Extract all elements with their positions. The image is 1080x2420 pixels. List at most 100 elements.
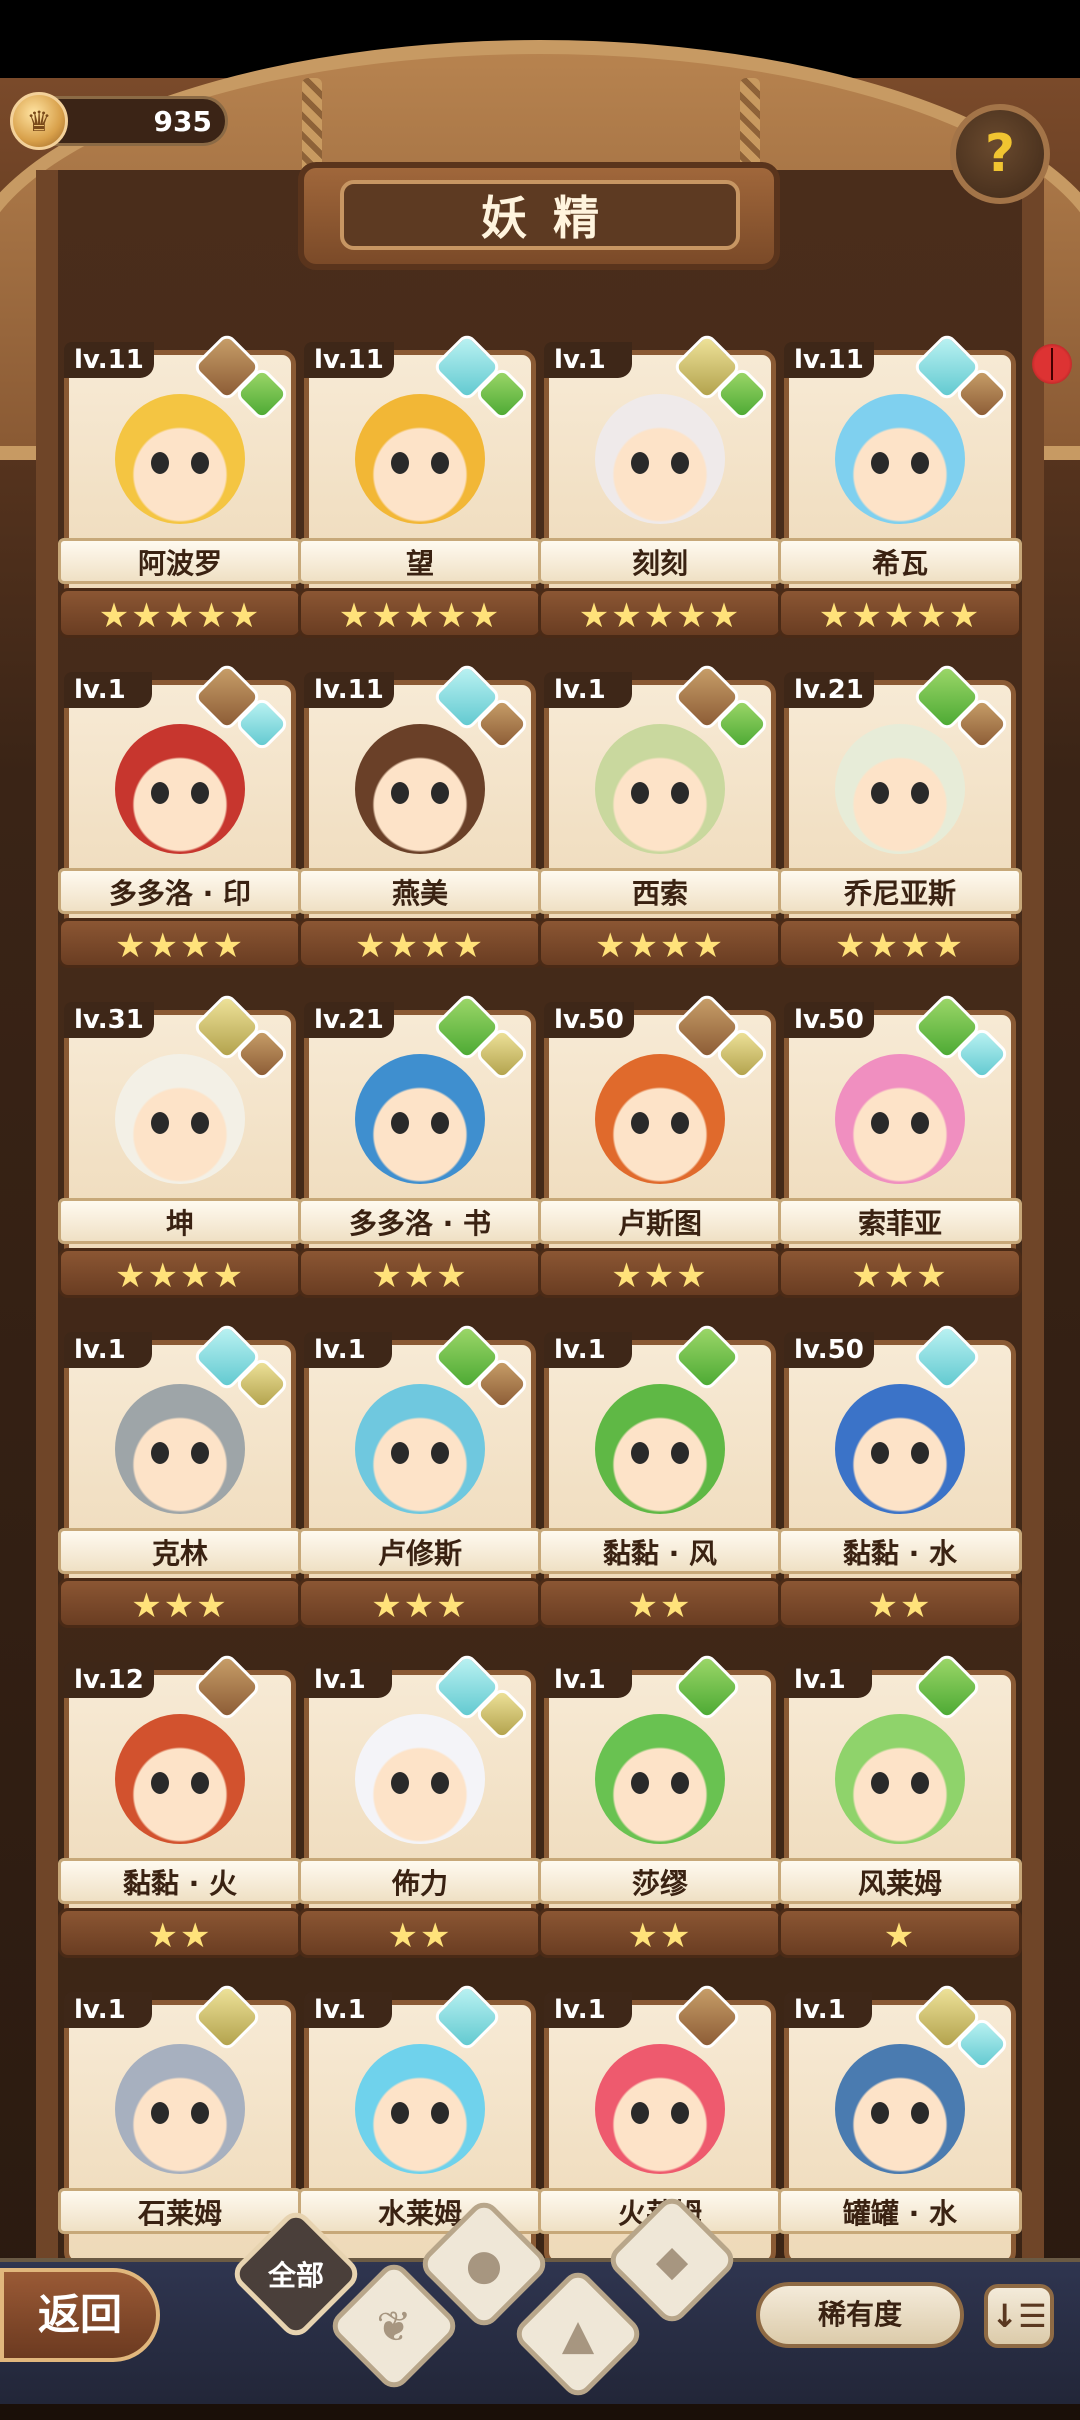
level-tag: lv.12 xyxy=(64,1662,154,1698)
coin-value: 935 xyxy=(153,105,212,138)
fairy-avatar xyxy=(835,724,965,854)
star-rating: ★★ xyxy=(58,1908,302,1958)
level-tag: lv.50 xyxy=(784,1002,874,1038)
gem-icon: ◆ xyxy=(655,2235,689,2285)
star-rating: ★★★★★ xyxy=(778,588,1022,638)
fairy-name: 黏黏 · 火 xyxy=(58,1858,302,1904)
rarity-label: 稀有度 xyxy=(817,2298,902,2331)
star-rating: ★★★★ xyxy=(538,918,782,968)
fairy-portrait xyxy=(804,1704,996,1854)
fairy-avatar xyxy=(355,394,485,524)
fairy-name: 佈力 xyxy=(298,1858,542,1904)
fairy-name: 黏黏 · 水 xyxy=(778,1528,1022,1574)
fairy-name: 罐罐 · 水 xyxy=(778,2188,1022,2234)
fairy-avatar xyxy=(115,1714,245,1844)
rarity-sort-button[interactable]: 稀有度 xyxy=(756,2282,964,2348)
fairy-portrait xyxy=(84,2034,276,2184)
fairy-name: 风莱姆 xyxy=(778,1858,1022,1904)
fairy-avatar xyxy=(835,1384,965,1514)
star-rating: ★★★★★ xyxy=(58,588,302,638)
fairy-avatar xyxy=(835,1714,965,1844)
fairy-portrait xyxy=(324,2034,516,2184)
fairy-card[interactable]: lv.31 坤 ★★★★ xyxy=(58,991,302,1306)
fairy-avatar xyxy=(355,724,485,854)
fairy-avatar xyxy=(595,1384,725,1514)
water-drop-icon: ● xyxy=(465,2239,503,2289)
star-rating: ★★★★ xyxy=(58,918,302,968)
fairy-name: 多多洛 · 书 xyxy=(298,1198,542,1244)
level-tag: lv.11 xyxy=(304,342,394,378)
level-tag: lv.1 xyxy=(64,672,152,708)
star-rating: ★★★ xyxy=(298,1578,542,1628)
fairy-avatar xyxy=(115,394,245,524)
ladybug-decoration-icon xyxy=(1032,344,1072,384)
fairy-portrait xyxy=(564,1704,756,1854)
fairy-card[interactable]: lv.1 风莱姆 ★ xyxy=(778,1651,1022,1966)
level-tag: lv.1 xyxy=(544,1662,632,1698)
level-tag: lv.50 xyxy=(544,1002,634,1038)
star-rating: ★★★★★ xyxy=(298,588,542,638)
fairy-card[interactable]: lv.1 刻刻 ★★★★★ xyxy=(538,331,782,646)
star-rating: ★★★ xyxy=(538,1248,782,1298)
star-rating: ★ xyxy=(778,1908,1022,1958)
fairy-card[interactable]: lv.1 罐罐 · 水 xyxy=(778,1981,1022,2296)
fairy-portrait xyxy=(564,2034,756,2184)
back-button[interactable]: 返回 xyxy=(0,2268,160,2362)
star-rating: ★★★ xyxy=(58,1578,302,1628)
star-rating: ★★★ xyxy=(298,1248,542,1298)
level-tag: lv.1 xyxy=(304,1662,392,1698)
fairy-name: 卢修斯 xyxy=(298,1528,542,1574)
level-tag: lv.11 xyxy=(304,672,394,708)
fairy-card[interactable]: lv.1 多多洛 · 印 ★★★★ xyxy=(58,661,302,976)
level-tag: lv.1 xyxy=(64,1332,152,1368)
fairy-avatar xyxy=(355,1054,485,1184)
level-tag: lv.1 xyxy=(784,1662,872,1698)
fairy-card[interactable]: lv.11 希瓦 ★★★★★ xyxy=(778,331,1022,646)
fairy-name: 石莱姆 xyxy=(58,2188,302,2234)
fairy-card[interactable]: lv.11 燕美 ★★★★ xyxy=(298,661,542,976)
fairy-card[interactable]: lv.1 克林 ★★★ xyxy=(58,1321,302,1636)
star-rating: ★★ xyxy=(778,1578,1022,1628)
fairy-card[interactable]: lv.1 莎缪 ★★ xyxy=(538,1651,782,1966)
fairy-portrait xyxy=(84,1704,276,1854)
fairy-card[interactable]: lv.11 望 ★★★★★ xyxy=(298,331,542,646)
fairy-card[interactable]: lv.1 黏黏 · 风 ★★ xyxy=(538,1321,782,1636)
fairy-name: 索菲亚 xyxy=(778,1198,1022,1244)
star-rating: ★★★★ xyxy=(58,1248,302,1298)
fairy-name: 燕美 xyxy=(298,868,542,914)
star-rating: ★★★ xyxy=(778,1248,1022,1298)
fairy-portrait xyxy=(804,1374,996,1524)
level-tag: lv.1 xyxy=(544,1332,632,1368)
fairy-card[interactable]: lv.12 黏黏 · 火 ★★ xyxy=(58,1651,302,1966)
star-rating: ★★ xyxy=(298,1908,542,1958)
fairy-card[interactable]: lv.50 卢斯图 ★★★ xyxy=(538,991,782,1306)
fairy-card[interactable]: lv.1 卢修斯 ★★★ xyxy=(298,1321,542,1636)
fairy-name: 卢斯图 xyxy=(538,1198,782,1244)
mountain-icon: ▲ xyxy=(561,2309,595,2359)
fairy-card[interactable]: lv.1 西索 ★★★★ xyxy=(538,661,782,976)
help-button[interactable]: ? xyxy=(950,104,1050,204)
back-label: 返回 xyxy=(37,2290,122,2339)
question-mark-icon: ? xyxy=(984,124,1016,184)
fairy-avatar xyxy=(595,2044,725,2174)
fairy-avatar xyxy=(115,1054,245,1184)
sort-order-button[interactable]: ↓☰ xyxy=(984,2284,1054,2348)
fairy-name: 多多洛 · 印 xyxy=(58,868,302,914)
fairy-card[interactable]: lv.50 索菲亚 ★★★ xyxy=(778,991,1022,1306)
fairy-name: 西索 xyxy=(538,868,782,914)
level-tag: lv.21 xyxy=(304,1002,394,1038)
level-tag: lv.1 xyxy=(544,672,632,708)
level-tag: lv.1 xyxy=(784,1992,872,2028)
fairy-avatar xyxy=(355,1714,485,1844)
fairy-card[interactable]: lv.50 黏黏 · 水 ★★ xyxy=(778,1321,1022,1636)
leaf-icon: ❦ xyxy=(376,2301,412,2351)
fairy-card[interactable]: lv.11 阿波罗 ★★★★★ xyxy=(58,331,302,646)
fairy-avatar xyxy=(835,1054,965,1184)
fairy-card[interactable]: lv.21 乔尼亚斯 ★★★★ xyxy=(778,661,1022,976)
fairy-name: 克林 xyxy=(58,1528,302,1574)
fairy-card[interactable]: lv.1 佈力 ★★ xyxy=(298,1651,542,1966)
fairy-card[interactable]: lv.21 多多洛 · 书 ★★★ xyxy=(298,991,542,1306)
star-rating: ★★ xyxy=(538,1578,782,1628)
star-rating: ★★ xyxy=(538,1908,782,1958)
fairy-avatar xyxy=(835,394,965,524)
